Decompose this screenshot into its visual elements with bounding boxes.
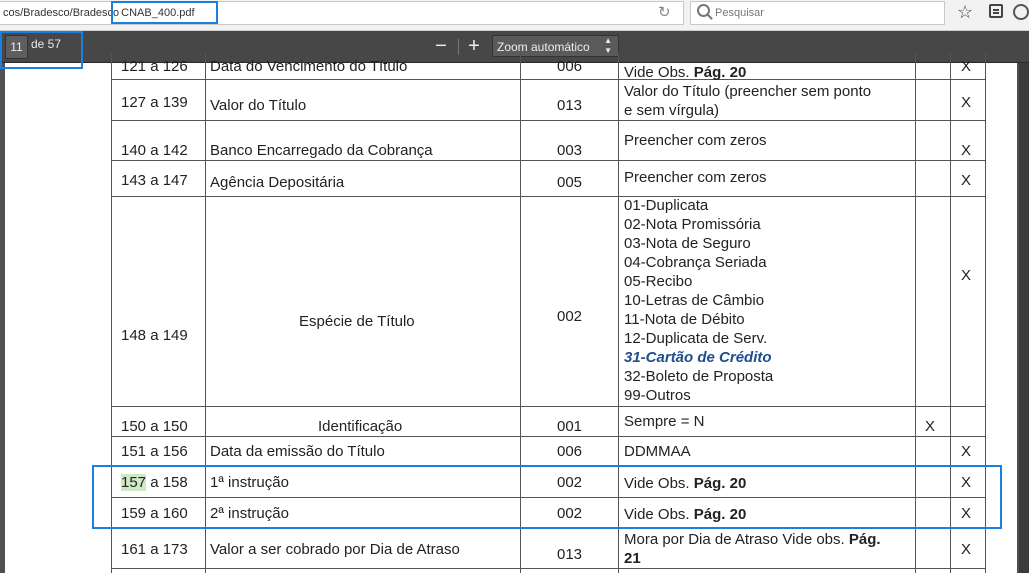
table-hline <box>111 568 985 569</box>
row-description: Preencher com zeros <box>624 132 767 149</box>
table-hline <box>111 160 985 161</box>
table-hline <box>111 406 985 407</box>
bookmark-star-icon[interactable]: ☆ <box>957 2 973 23</box>
row-size: 005 <box>557 174 583 191</box>
row-description: DDMMAA <box>624 443 691 460</box>
row-size: 003 <box>557 142 583 159</box>
url-bar[interactable]: cos/Bradesco/Bradesco CNAB_400.pdf <box>0 1 684 25</box>
vertical-scrollbar[interactable] <box>1019 63 1029 573</box>
zoom-in-button[interactable]: + <box>461 33 487 59</box>
row-mark: X <box>925 418 936 435</box>
row-mark: X <box>961 58 972 75</box>
row-field: Valor do Título <box>210 97 307 114</box>
row-field: Valor a ser cobrado por Dia de Atraso <box>210 541 460 558</box>
row-position: 151 a 156 <box>121 443 188 460</box>
search-icon <box>697 4 710 17</box>
row-mark: X <box>961 142 972 159</box>
row-field: Identificação <box>318 418 403 435</box>
chevron-updown-icon: ▲ ▼ <box>604 36 612 55</box>
highlighted-option: 31-Cartão de Crédito <box>624 349 772 366</box>
annotation-box-rows <box>92 465 1002 529</box>
row-size: 006 <box>557 58 583 75</box>
row-size: 013 <box>557 546 583 563</box>
row-mark: X <box>961 94 972 111</box>
row-size: 013 <box>557 97 583 114</box>
row-description: Mora por Dia de Atraso Vide obs. Pág. 21 <box>624 531 881 567</box>
row-mark: X <box>961 541 972 558</box>
row-field: Agência Depositária <box>210 174 345 191</box>
toolbar-divider <box>458 39 459 55</box>
row-position: 148 a 149 <box>121 327 188 344</box>
row-description: Sempre = N <box>624 413 705 430</box>
table-hline <box>111 79 985 80</box>
search-input[interactable]: Pesquisar <box>690 1 945 25</box>
row-mark: X <box>961 267 972 284</box>
table-hline <box>111 196 985 197</box>
row-description: Preencher com zeros <box>624 169 767 186</box>
row-description: Valor do Título (preencher sem ponto e se… <box>624 83 872 119</box>
row-mark: X <box>961 443 972 460</box>
table-hline <box>111 436 985 437</box>
zoom-select[interactable]: Zoom automático ▲ ▼ <box>492 35 619 57</box>
row-mark: X <box>961 172 972 189</box>
row-size: 001 <box>557 418 583 435</box>
row-position: 140 a 142 <box>121 142 188 159</box>
annotation-box-page <box>0 31 83 69</box>
row-position: 143 a 147 <box>121 172 188 189</box>
row-description: 01-Duplicata 02-Nota Promissória 03-Nota… <box>624 197 774 404</box>
row-position: 127 a 139 <box>121 94 188 111</box>
search-placeholder: Pesquisar <box>715 7 764 19</box>
menu-icon[interactable] <box>1013 4 1029 20</box>
reload-icon[interactable]: ↻ <box>658 3 671 21</box>
url-path: cos/Bradesco/Bradesco <box>3 7 120 19</box>
row-position: 150 a 150 <box>121 418 188 435</box>
row-field: Banco Encarregado da Cobrança <box>210 142 433 159</box>
row-size: 002 <box>557 308 583 325</box>
row-position: 161 a 173 <box>121 541 188 558</box>
row-description: Vide Obs. Pág. 20 <box>624 64 747 81</box>
zoom-select-label: Zoom automático <box>497 40 590 54</box>
row-field: Data da emissão do Título <box>210 443 385 460</box>
annotation-box-filename <box>111 1 218 24</box>
row-size: 006 <box>557 443 583 460</box>
row-position: 121 a 126 <box>121 58 188 75</box>
zoom-out-button[interactable]: − <box>428 33 454 59</box>
row-field: Espécie de Título <box>299 313 415 330</box>
row-field: Data do Vencimento do Título <box>210 58 408 75</box>
table-hline <box>111 120 985 121</box>
library-icon[interactable] <box>989 4 1003 18</box>
